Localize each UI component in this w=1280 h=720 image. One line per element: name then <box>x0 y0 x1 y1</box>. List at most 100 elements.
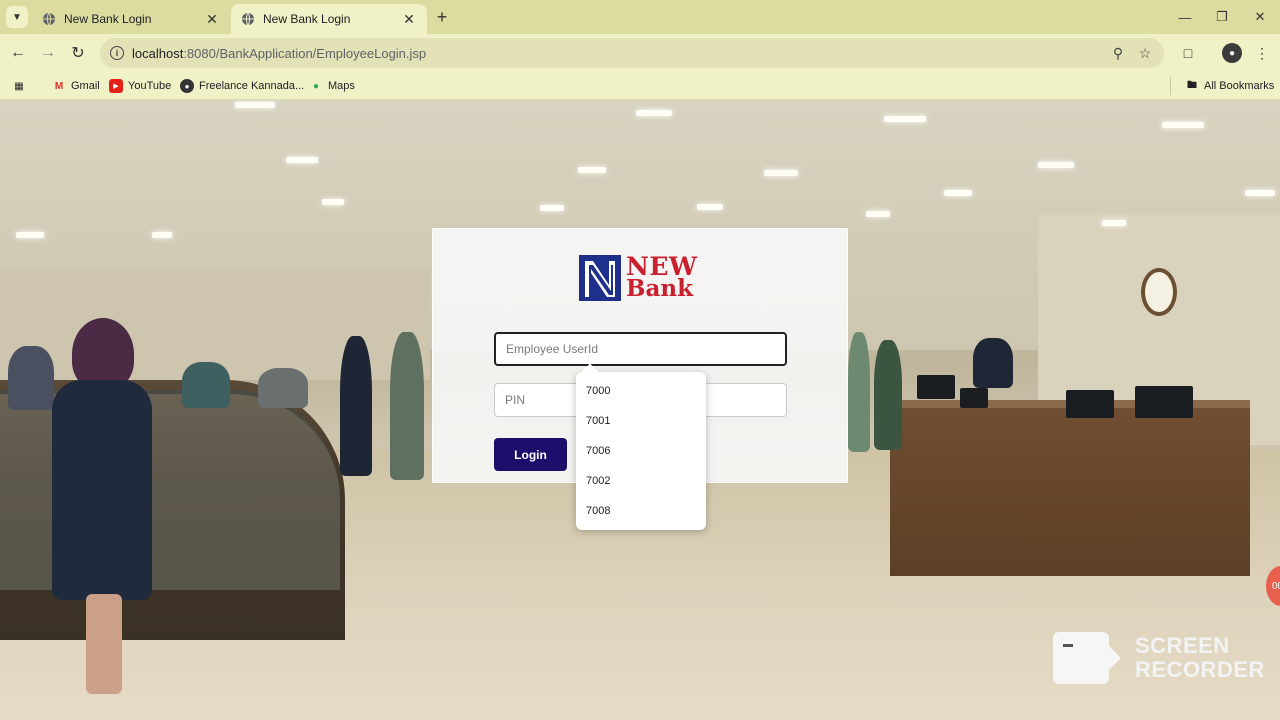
autocomplete-option[interactable]: 7002 <box>576 466 706 496</box>
all-bookmarks-button[interactable]: 🖿 All Bookmarks <box>1170 77 1274 95</box>
ceiling-light <box>1162 122 1204 128</box>
ceiling-light <box>866 211 890 217</box>
close-icon: ✕ <box>1254 9 1266 24</box>
ceiling-light <box>636 110 672 116</box>
url-host: localhost <box>132 45 184 61</box>
new-tab-button[interactable]: + <box>432 6 452 28</box>
reload-button[interactable]: ↻ <box>67 42 89 64</box>
bookmark-label: Gmail <box>71 80 100 92</box>
all-bookmarks-label: All Bookmarks <box>1204 80 1275 92</box>
ceiling-light <box>286 157 318 163</box>
autocomplete-option[interactable]: 7001 <box>576 406 706 436</box>
logo-line-2: Bank <box>626 275 694 302</box>
background-person <box>848 332 870 452</box>
watermark-line-2: RECORDER <box>1135 657 1265 682</box>
close-window-button[interactable]: ✕ <box>1245 6 1275 28</box>
arrow-left-icon: ← <box>10 44 26 61</box>
ceiling-light <box>697 204 723 210</box>
login-button[interactable]: Login <box>494 438 567 471</box>
autocomplete-option[interactable]: 7008 <box>576 496 706 526</box>
address-bar[interactable]: i localhost:8080/BankApplication/Employe… <box>100 38 1164 68</box>
new-bank-logo: NEW Bank <box>579 254 697 302</box>
apps-grid-icon[interactable]: ▦ <box>12 77 31 95</box>
extensions-icon[interactable]: □ <box>1178 43 1198 63</box>
watermark-line-1: SCREEN <box>1135 633 1230 658</box>
forward-button[interactable]: → <box>37 42 59 64</box>
background-person <box>258 368 308 408</box>
site-info-icon[interactable]: i <box>110 46 124 60</box>
tab-title: New Bank Login <box>263 12 351 26</box>
ceiling-light <box>152 232 172 238</box>
arrow-right-icon: → <box>40 44 56 61</box>
counter-glass-partition <box>0 390 340 590</box>
menu-kebab-icon[interactable]: ⋮ <box>1252 43 1272 63</box>
bookmark-label: Freelance Kannada... <box>199 80 305 92</box>
bank-logo-text: NEW Bank <box>626 254 697 302</box>
plus-icon: + <box>436 6 448 27</box>
bookmark-freelance-kannada[interactable]: ● Freelance Kannada... <box>180 77 304 95</box>
close-icon[interactable]: ✕ <box>401 11 417 28</box>
profile-avatar[interactable]: ● <box>1222 43 1242 63</box>
background-person <box>8 346 54 410</box>
background-person <box>874 340 902 450</box>
teller-counter-right <box>890 400 1250 576</box>
youtube-icon: ▶ <box>109 79 123 93</box>
screen-recorder-watermark: SCREEN RECORDER <box>1053 632 1265 684</box>
userid-autocomplete-dropdown: 7000 7001 7006 7002 7008 <box>576 363 706 530</box>
background-person <box>182 362 230 408</box>
url-path: :8080/BankApplication/EmployeeLogin.jsp <box>183 45 427 61</box>
folder-icon: 🖿 <box>1187 79 1197 91</box>
bank-logo-mark-icon <box>579 255 621 301</box>
autocomplete-option[interactable]: 7006 <box>576 436 706 466</box>
bookmark-label: YouTube <box>128 80 172 92</box>
bookmark-youtube[interactable]: ▶ YouTube <box>109 77 171 95</box>
ceiling-light <box>235 102 275 108</box>
bookmark-star-icon[interactable]: ☆ <box>1137 45 1153 61</box>
ceiling-light <box>1038 162 1074 168</box>
bookmark-label: Maps <box>328 80 355 92</box>
ceiling-light <box>764 170 798 176</box>
autocomplete-option[interactable]: 7000 <box>576 376 706 406</box>
ceiling-light <box>944 190 972 196</box>
tab-strip: ▼ New Bank Login ✕ New Bank Login ✕ + — … <box>0 0 1280 34</box>
wall-clock <box>1141 268 1177 316</box>
ceiling-light <box>1102 220 1126 226</box>
tab-new-bank-login-2[interactable]: New Bank Login ✕ <box>231 4 427 34</box>
gmail-icon: M <box>54 80 64 92</box>
browser-toolbar: ← → ↻ i localhost:8080/BankApplication/E… <box>0 34 1280 72</box>
restore-icon: ❐ <box>1216 9 1228 24</box>
globe-icon <box>242 12 254 26</box>
ceiling-light <box>578 167 606 173</box>
background-person <box>390 332 424 480</box>
globe-icon <box>43 12 55 26</box>
foreground-person <box>52 380 152 600</box>
monitor <box>917 375 955 399</box>
video-camera-icon <box>1053 632 1109 684</box>
bookmark-gmail[interactable]: M Gmail <box>52 77 100 95</box>
monitor <box>1066 390 1114 418</box>
globe-icon: ● <box>180 79 194 93</box>
background-person <box>973 338 1013 388</box>
minimize-icon: — <box>1178 9 1192 25</box>
bookmark-maps[interactable]: ● Maps <box>309 77 355 95</box>
minimize-button[interactable]: — <box>1170 6 1200 28</box>
foreground-person-legs <box>86 594 122 694</box>
url-text[interactable]: localhost:8080/BankApplication/EmployeeL… <box>132 46 426 61</box>
tab-new-bank-login-1[interactable]: New Bank Login ✕ <box>32 4 230 34</box>
close-icon[interactable]: ✕ <box>204 11 220 28</box>
bookmarks-bar: ▦ M Gmail ▶ YouTube ● Freelance Kannada.… <box>0 72 1280 100</box>
ceiling-light <box>540 205 564 211</box>
password-key-icon[interactable]: ⚲ <box>1110 45 1126 61</box>
employee-userid-input[interactable] <box>494 332 787 366</box>
maps-icon: ● <box>312 80 320 92</box>
back-button[interactable]: ← <box>7 42 29 64</box>
chevron-down-icon: ▼ <box>12 11 22 23</box>
ceiling-light <box>884 116 926 122</box>
ceiling-light <box>16 232 44 238</box>
recorder-badge-text: 00 <box>1272 580 1280 592</box>
ceiling-light <box>1245 190 1275 196</box>
tab-search-button[interactable]: ▼ <box>6 6 28 28</box>
restore-button[interactable]: ❐ <box>1207 6 1237 28</box>
ceiling-light <box>322 199 344 205</box>
tab-title: New Bank Login <box>64 12 152 26</box>
